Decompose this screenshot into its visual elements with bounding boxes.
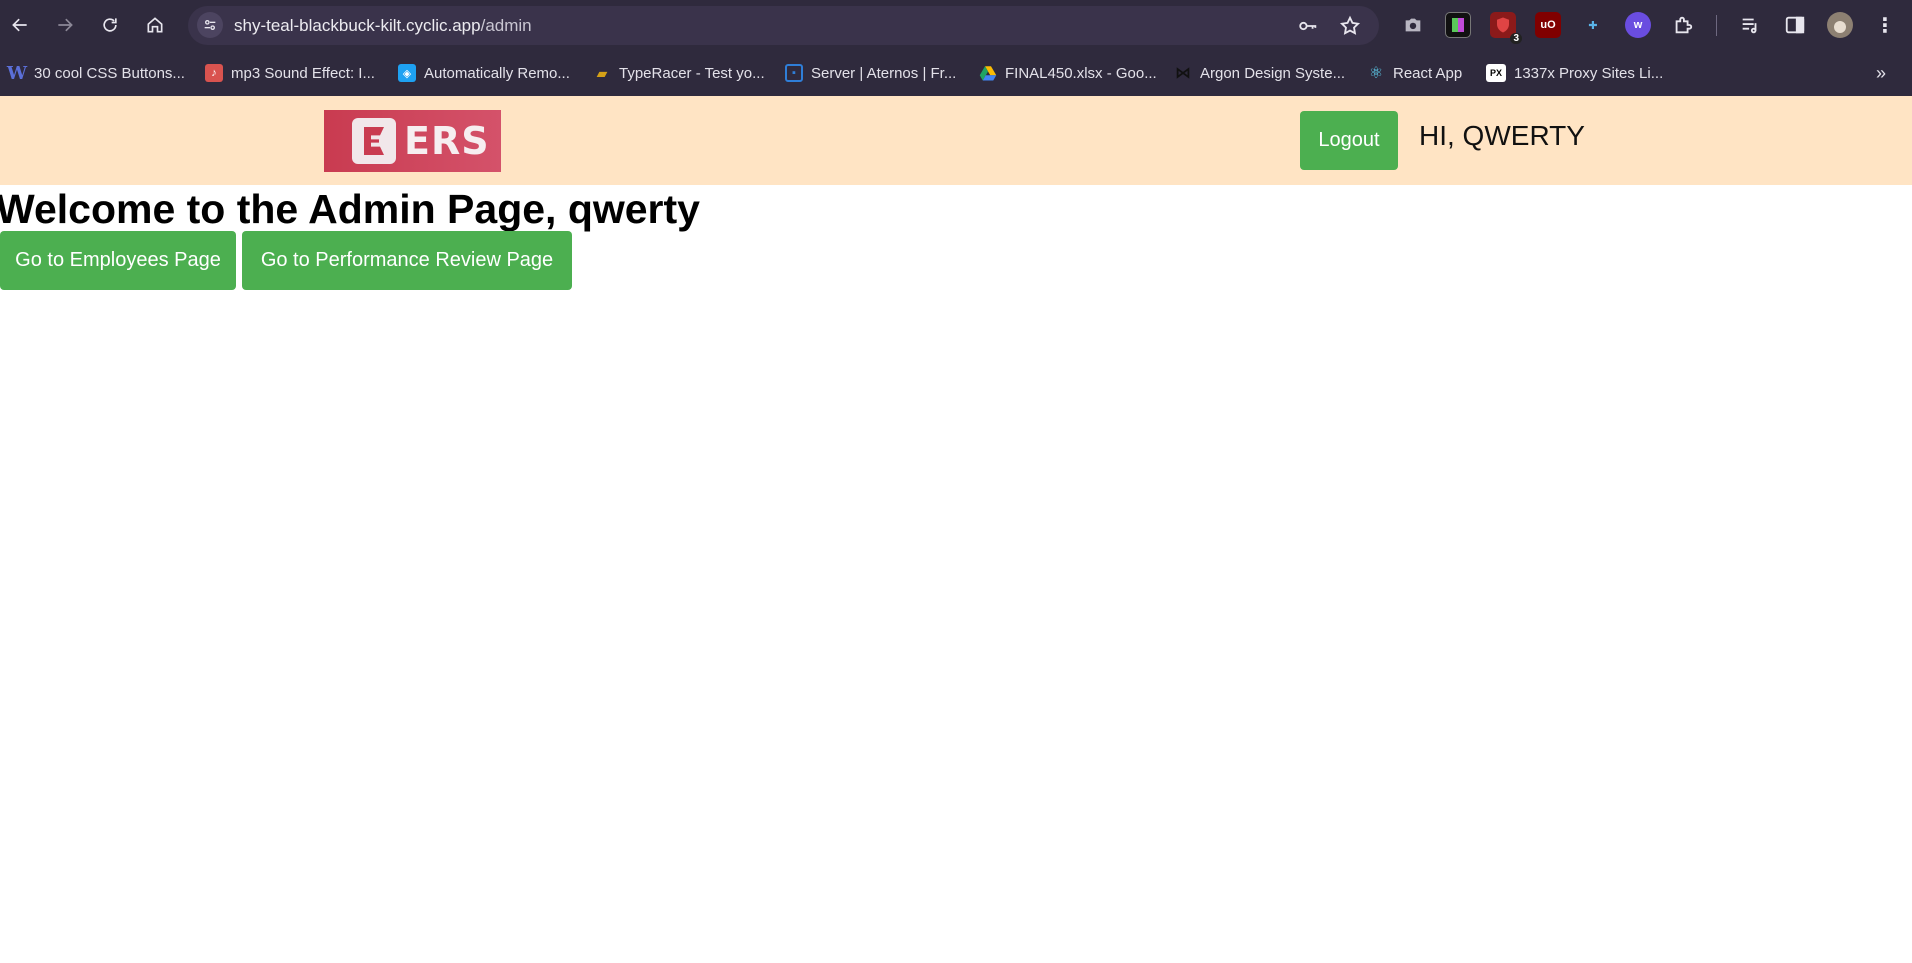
logo-text: ERS (404, 119, 490, 163)
extension-badge: 3 (1510, 33, 1522, 44)
user-greeting: HI, QWERTY (1419, 120, 1585, 151)
shield-extension-icon[interactable]: 3 (1490, 12, 1522, 44)
forward-arrow-icon[interactable] (50, 10, 80, 40)
react-icon: ⚛ (1368, 65, 1384, 82)
performance-review-page-button[interactable]: Go to Performance Review Page (242, 231, 572, 290)
ers-logo: ERS (324, 110, 501, 172)
bowtie-icon: ⋈ (1175, 65, 1191, 82)
bookmark-item[interactable]: ◈ Automatically Remo... (398, 61, 570, 85)
bookmark-item[interactable]: ▪ Server | Aternos | Fr... (785, 61, 956, 85)
profile-avatar[interactable] (1827, 12, 1853, 38)
media-queue-icon[interactable] (1737, 12, 1763, 38)
url-text[interactable]: shy-teal-blackbuck-kilt.cyclic.app/admin (234, 16, 532, 36)
toolbar-divider (1716, 15, 1717, 36)
bookmarks-overflow-icon[interactable]: » (1876, 63, 1886, 84)
bookmarks-bar: W 30 cool CSS Buttons... ♪ mp3 Sound Eff… (0, 51, 1912, 96)
reload-icon[interactable] (95, 10, 125, 40)
extension-toggle-icon[interactable] (1445, 12, 1471, 38)
aternos-icon: ▪ (785, 64, 803, 82)
bookmark-item[interactable]: W 30 cool CSS Buttons... (6, 61, 185, 85)
w-extension-icon[interactable]: w (1625, 12, 1651, 38)
gamepad-extension-icon[interactable]: ✚ (1580, 12, 1606, 38)
1337x-icon: PX (1486, 64, 1506, 82)
bookmark-label: 30 cool CSS Buttons... (34, 64, 185, 82)
bookmark-item[interactable]: ♪ mp3 Sound Effect: I... (205, 61, 375, 85)
w-letter-icon: W (6, 62, 28, 84)
employees-page-button[interactable]: Go to Employees Page (0, 231, 236, 290)
bookmark-label: Automatically Remo... (424, 64, 570, 82)
bookmark-label: React App (1393, 64, 1463, 82)
google-drive-icon (979, 64, 997, 82)
ublock-origin-icon[interactable]: uO (1535, 12, 1561, 38)
bookmark-label: Server | Aternos | Fr... (811, 64, 957, 82)
bookmark-label: 1337x Proxy Sites Li... (1514, 64, 1664, 82)
extensions-puzzle-icon[interactable] (1670, 12, 1696, 38)
bookmark-item[interactable]: ⋈ Argon Design Syste... (1174, 61, 1345, 85)
bookmark-item[interactable]: FINAL450.xlsx - Goo... (979, 61, 1157, 85)
bookmark-star-icon[interactable] (1338, 14, 1362, 38)
more-menu-icon[interactable]: ⋮ (1872, 12, 1898, 38)
bookmark-label: TypeRacer - Test yo... (619, 64, 765, 82)
password-key-icon[interactable] (1296, 14, 1320, 38)
bookmark-item[interactable]: ⚛ React App (1367, 61, 1462, 85)
camera-icon[interactable] (1400, 12, 1426, 38)
typeracer-icon: ▰ (596, 64, 608, 81)
remove-bg-icon: ◈ (398, 64, 416, 82)
bookmark-label: Argon Design Syste... (1200, 64, 1346, 82)
back-arrow-icon[interactable] (5, 10, 35, 40)
bookmark-item[interactable]: PX 1337x Proxy Sites Li... (1486, 61, 1663, 85)
home-icon[interactable] (140, 10, 170, 40)
browser-toolbar: shy-teal-blackbuck-kilt.cyclic.app/admin… (0, 0, 1912, 51)
app-header: ERS Logout HI, QWERTY (0, 96, 1912, 185)
logo-mark-icon (352, 118, 396, 164)
bookmark-label: mp3 Sound Effect: I... (231, 64, 375, 82)
page-title: Welcome to the Admin Page, qwerty (0, 186, 700, 232)
logout-button[interactable]: Logout (1300, 111, 1398, 170)
url-host: shy-teal-blackbuck-kilt.cyclic.app (234, 16, 481, 35)
site-settings-icon[interactable] (197, 12, 223, 38)
bookmark-label: FINAL450.xlsx - Goo... (1005, 64, 1157, 82)
bookmark-item[interactable]: ▰ TypeRacer - Test yo... (593, 61, 765, 85)
music-note-icon: ♪ (205, 64, 223, 82)
address-bar[interactable]: shy-teal-blackbuck-kilt.cyclic.app/admin (188, 6, 1379, 45)
url-path: /admin (480, 16, 532, 35)
side-panel-icon[interactable] (1782, 12, 1808, 38)
